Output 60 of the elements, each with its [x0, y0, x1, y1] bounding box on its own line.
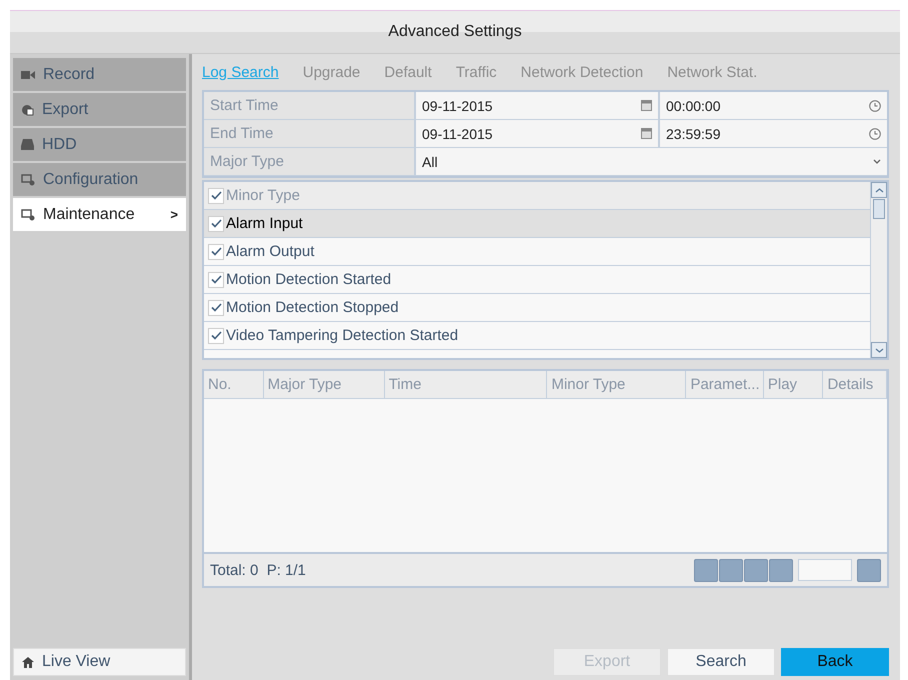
calendar-icon — [641, 128, 652, 139]
major-type-dropdown[interactable]: All — [416, 148, 887, 175]
column-header: Time — [384, 371, 548, 398]
sidebar-item[interactable]: Maintenance > — [13, 198, 186, 231]
clock-icon — [869, 128, 881, 140]
calendar-icon — [641, 100, 652, 111]
checkbox[interactable] — [208, 244, 224, 260]
checkbox[interactable] — [208, 300, 224, 316]
monitor-gear-icon — [21, 208, 35, 220]
checkbox[interactable] — [208, 188, 224, 204]
checkmark-icon — [210, 219, 222, 228]
checkmark-icon — [210, 247, 222, 256]
date-field[interactable]: 09-11-2015 — [416, 120, 660, 147]
field-label: Major Type — [204, 148, 416, 175]
chevron-down-icon — [874, 348, 884, 352]
status-text: Total: 0 P: 1/1 — [210, 562, 306, 578]
column-header: Play — [764, 371, 824, 398]
home-icon — [22, 656, 34, 668]
time-field[interactable]: 23:59:59 — [660, 120, 887, 147]
action-button[interactable]: Search — [667, 648, 775, 676]
checkmark-icon — [210, 303, 222, 312]
minor-type-row[interactable]: Video Tampering Detection Started — [204, 322, 870, 350]
column-header: Major Type — [264, 371, 385, 398]
checkmark-icon — [210, 275, 222, 284]
window-title: Advanced Settings — [10, 11, 900, 54]
chevron-up-icon — [874, 188, 884, 192]
arrow-icon: > — [170, 207, 178, 222]
checkbox[interactable] — [208, 272, 224, 288]
column-header: Paramet... — [686, 371, 764, 398]
column-header: No. — [204, 371, 264, 398]
field-label: End Time — [204, 120, 416, 147]
action-button[interactable]: Back — [781, 648, 889, 676]
minor-type-row[interactable]: Alarm Input — [204, 210, 870, 238]
column-header: Minor Type — [547, 371, 686, 398]
scrollbar-thumb[interactable] — [873, 199, 885, 219]
export-icon — [21, 104, 34, 116]
page-input-field[interactable] — [798, 559, 852, 581]
column-header: Details — [823, 371, 887, 398]
checkbox[interactable] — [208, 216, 224, 232]
hdd-icon — [21, 139, 34, 150]
monitor-gear-icon — [21, 174, 35, 186]
time-field[interactable]: 00:00:00 — [660, 92, 887, 119]
date-field[interactable]: 09-11-2015 — [416, 92, 660, 119]
checkmark-icon — [210, 331, 222, 340]
clock-icon — [869, 100, 881, 112]
scrollbar[interactable] — [870, 182, 887, 358]
field-label: Start Time — [204, 92, 416, 119]
last-page-button[interactable] — [769, 558, 793, 582]
minor-type-row[interactable]: Motion Detection Stopped — [204, 294, 870, 322]
next-page-button[interactable] — [744, 558, 768, 582]
minor-type-row[interactable]: Motion Detection Started — [204, 266, 870, 294]
live-view-button[interactable]: Live View — [13, 648, 186, 676]
checkbox[interactable] — [208, 328, 224, 344]
camera-icon — [21, 70, 35, 80]
first-page-button[interactable] — [694, 558, 718, 582]
minor-type-row[interactable]: Alarm Output — [204, 238, 870, 266]
previous-page-button[interactable] — [719, 558, 743, 582]
checkmark-icon — [210, 191, 222, 200]
chevron-down-icon — [873, 159, 881, 164]
go-button[interactable] — [857, 558, 881, 582]
